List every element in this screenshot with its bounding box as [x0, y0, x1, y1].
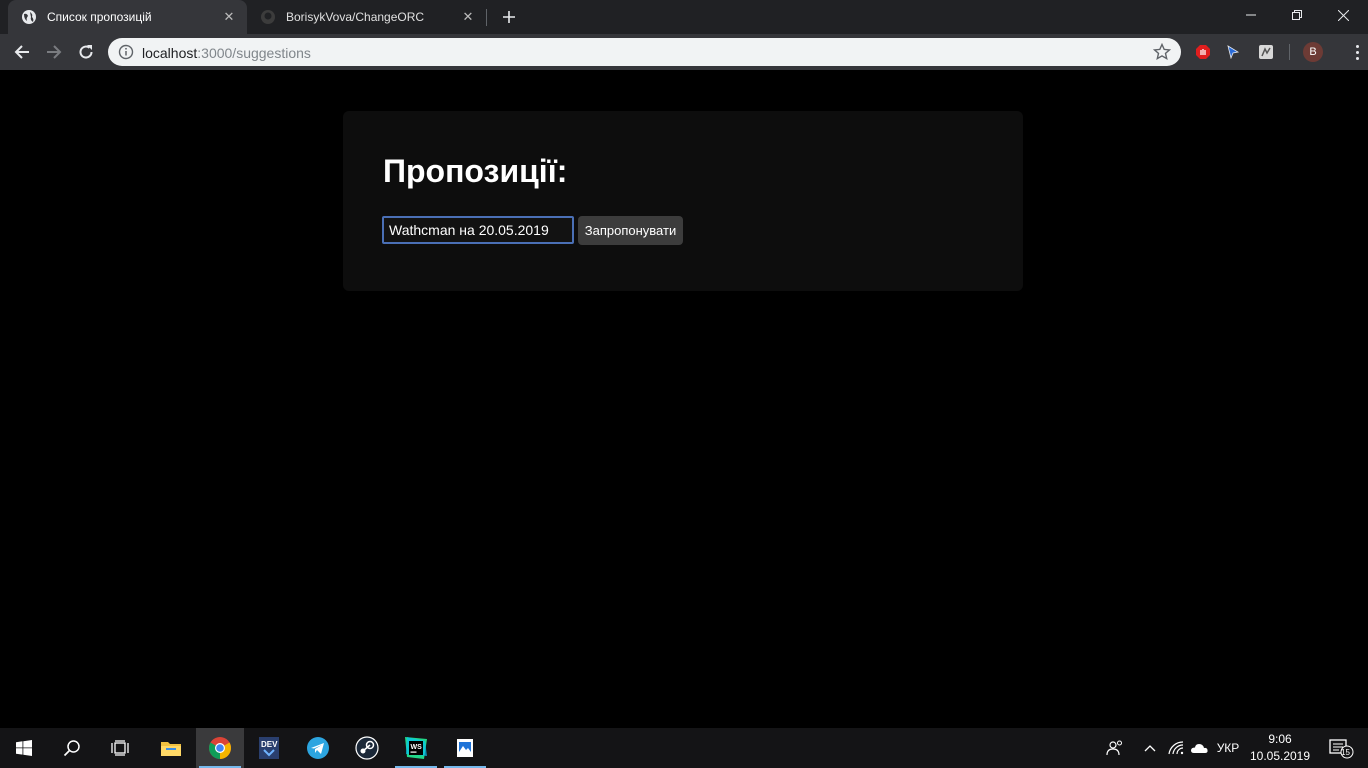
close-window-button[interactable]	[1320, 0, 1366, 30]
arrow-right-icon	[47, 45, 62, 59]
adblock-extension-icon[interactable]	[1194, 43, 1212, 61]
steam-icon	[355, 736, 379, 760]
clock-time: 9:06	[1268, 732, 1292, 746]
tab-title: Список пропозицій	[47, 10, 152, 24]
photos-button[interactable]	[441, 728, 489, 768]
minimize-button[interactable]	[1228, 0, 1274, 30]
tab-strip: Список пропозицій ✕ BorisykVova/ChangeOR…	[0, 0, 1368, 34]
chevron-up-icon	[1144, 745, 1156, 752]
close-icon	[1337, 9, 1349, 21]
restore-icon	[1292, 10, 1302, 20]
folder-icon	[161, 742, 181, 756]
svg-text:WS: WS	[411, 744, 423, 751]
start-button[interactable]	[0, 728, 48, 768]
people-icon	[1106, 740, 1122, 756]
notification-count: 15	[1341, 748, 1350, 757]
windows-taskbar: DEV WS УКР 9:06 10.05.2019 15	[0, 728, 1368, 768]
arrow-left-icon	[14, 45, 29, 59]
close-tab-icon[interactable]: ✕	[460, 9, 476, 25]
windows-logo-icon	[16, 740, 32, 756]
task-view-button[interactable]	[96, 728, 144, 768]
suggest-button[interactable]: Запропонувати	[578, 216, 683, 245]
bookmark-star-icon[interactable]	[1153, 43, 1171, 61]
restore-button[interactable]	[1274, 0, 1320, 30]
browser-toolbar: localhost:3000/suggestions B	[0, 34, 1368, 70]
chrome-icon	[209, 737, 231, 759]
cloud-icon	[1191, 744, 1208, 753]
task-view-icon	[111, 740, 129, 756]
show-hidden-icons-button[interactable]	[1140, 728, 1160, 768]
url-path: :3000/suggestions	[197, 45, 311, 61]
profile-avatar[interactable]: B	[1303, 42, 1323, 62]
reload-button[interactable]	[72, 38, 100, 66]
forward-button[interactable]	[40, 38, 68, 66]
url-host: localhost	[142, 45, 198, 61]
network-button[interactable]	[1166, 728, 1186, 768]
tab-suggestions[interactable]: Список пропозицій ✕	[8, 0, 247, 34]
onedrive-button[interactable]	[1188, 728, 1210, 768]
devexpress-button[interactable]: DEV	[245, 728, 293, 768]
extension-icon[interactable]	[1257, 43, 1275, 61]
svg-text:DEV: DEV	[261, 740, 278, 749]
page-title: Пропозиції:	[383, 153, 568, 189]
globe-icon	[21, 9, 37, 25]
plus-icon	[503, 11, 515, 23]
wifi-icon	[1168, 741, 1184, 755]
telegram-button[interactable]	[294, 728, 342, 768]
address-bar[interactable]: localhost:3000/suggestions	[108, 38, 1181, 66]
toolbar-separator	[1289, 44, 1290, 60]
people-button[interactable]	[1103, 728, 1127, 768]
reload-icon	[79, 45, 93, 59]
devexpress-icon: DEV	[259, 737, 279, 759]
telegram-icon	[307, 737, 329, 759]
search-icon	[63, 740, 80, 757]
new-tab-button[interactable]	[499, 7, 519, 27]
clock-date: 10.05.2019	[1249, 749, 1311, 763]
suggestion-input[interactable]	[382, 216, 574, 244]
close-tab-icon[interactable]: ✕	[221, 9, 237, 25]
cursor-extension-icon[interactable]	[1224, 43, 1242, 61]
tab-github[interactable]: BorisykVova/ChangeORC ✕	[247, 0, 486, 34]
suggestions-card: Пропозиції: Запропонувати	[343, 111, 1023, 291]
url-text: localhost:3000/suggestions	[142, 45, 311, 61]
webstorm-button[interactable]: WS	[392, 728, 440, 768]
action-center-button[interactable]: 15	[1320, 728, 1360, 768]
chrome-taskbar-button[interactable]	[196, 728, 244, 768]
page-viewport: Пропозиції: Запропонувати	[0, 70, 1368, 728]
clock[interactable]: 9:06 10.05.2019	[1248, 731, 1312, 765]
language-indicator[interactable]: УКР	[1211, 728, 1245, 768]
steam-button[interactable]	[343, 728, 391, 768]
back-button[interactable]	[8, 38, 36, 66]
info-icon[interactable]	[118, 44, 134, 60]
minimize-icon	[1246, 14, 1256, 16]
search-button[interactable]	[48, 728, 96, 768]
tab-title: BorisykVova/ChangeORC	[286, 10, 425, 24]
file-explorer-button[interactable]	[147, 728, 195, 768]
github-icon	[260, 9, 276, 25]
browser-menu-button[interactable]	[1347, 42, 1367, 62]
webstorm-icon: WS	[405, 737, 427, 759]
profile-initial: B	[1309, 46, 1317, 58]
photos-icon	[457, 739, 473, 757]
tab-separator	[486, 9, 487, 26]
